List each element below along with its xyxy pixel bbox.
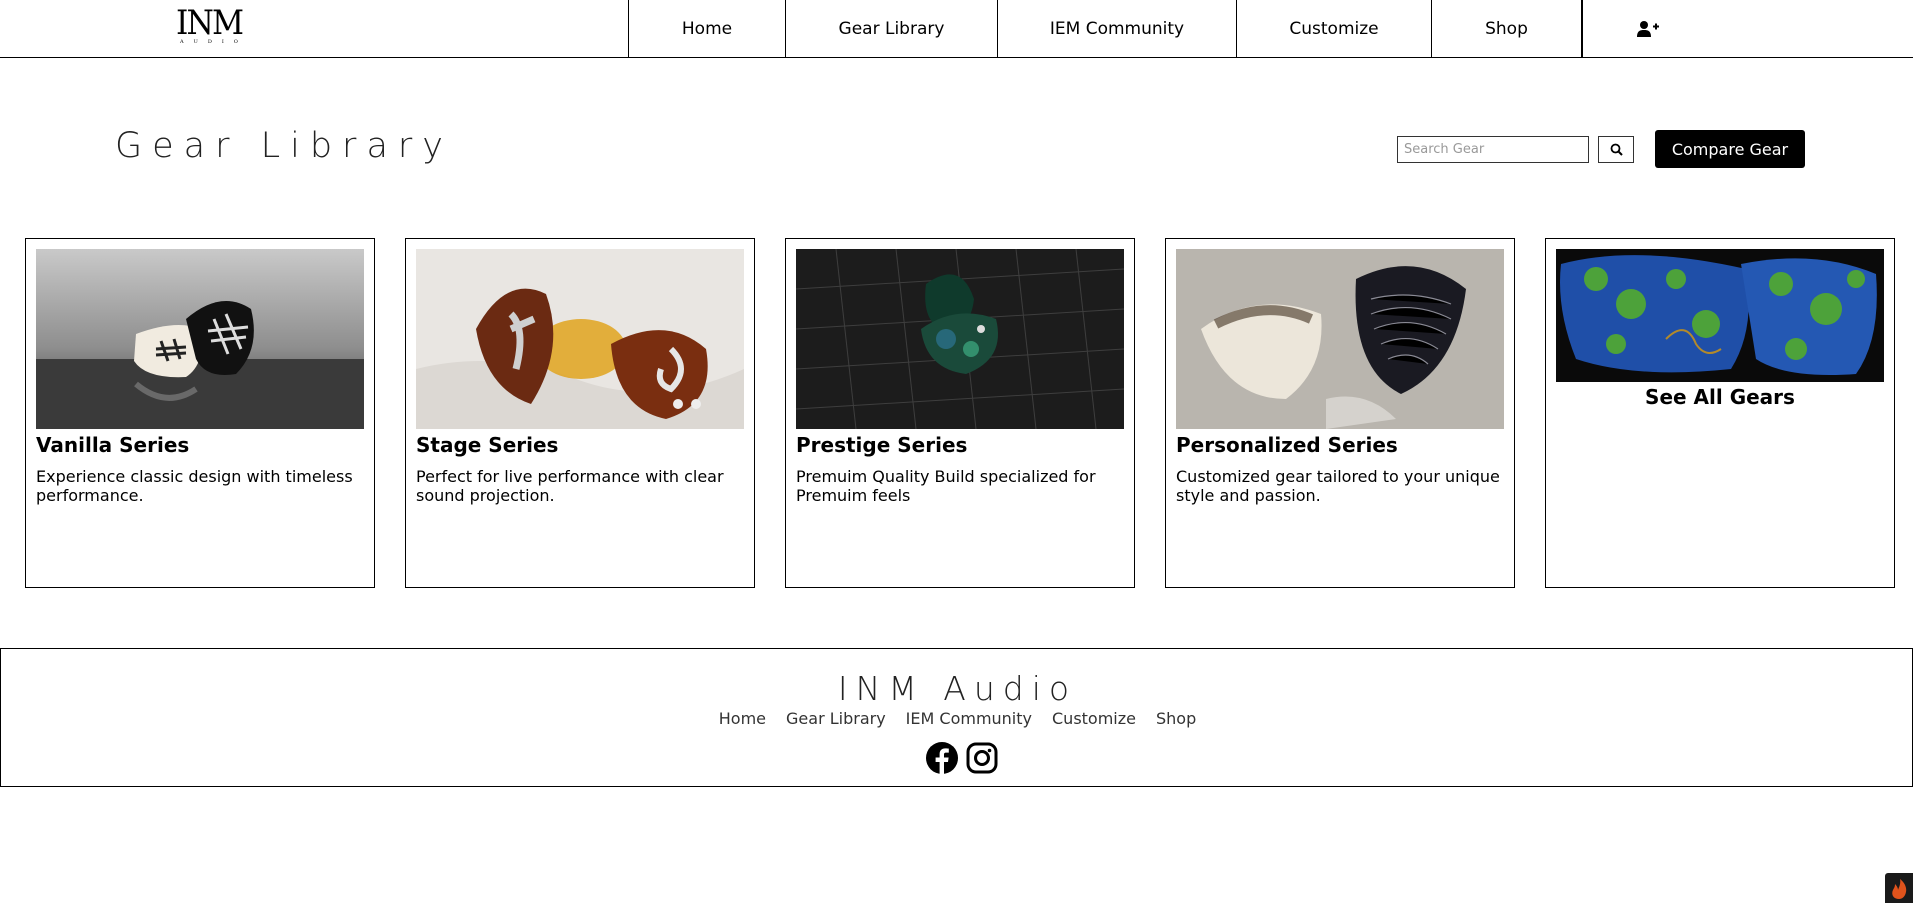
card-personalized-series[interactable]: Personalized Series Customized gear tail… bbox=[1165, 238, 1515, 588]
card-stage-series[interactable]: Stage Series Perfect for live performanc… bbox=[405, 238, 755, 588]
card-description: Perfect for live performance with clear … bbox=[416, 467, 724, 505]
card-title: Personalized Series bbox=[1176, 433, 1398, 457]
vanilla-series-image bbox=[36, 249, 364, 429]
compare-gear-button[interactable]: Compare Gear bbox=[1655, 130, 1805, 168]
card-description: Premuim Quality Build specialized for Pr… bbox=[796, 467, 1096, 505]
logo-mark: INM bbox=[176, 3, 244, 43]
nav-iem-community[interactable]: IEM Community bbox=[997, 0, 1236, 57]
page-title: Gear Library bbox=[115, 126, 453, 166]
top-nav: INM AUDIO Home Gear Library IEM Communit… bbox=[0, 0, 1913, 58]
card-prestige-series[interactable]: Prestige Series Premuim Quality Build sp… bbox=[785, 238, 1135, 588]
footer-link-shop[interactable]: Shop bbox=[1156, 709, 1196, 728]
card-title: Stage Series bbox=[416, 433, 559, 457]
search-button[interactable] bbox=[1598, 136, 1634, 163]
instagram-icon[interactable] bbox=[966, 742, 998, 774]
logo-subtitle: AUDIO bbox=[180, 39, 248, 45]
card-description: Experience classic design with timeless … bbox=[36, 467, 353, 505]
footer-title: INM Audio bbox=[837, 669, 1078, 708]
footer-link-home[interactable]: Home bbox=[719, 709, 766, 728]
personalized-series-image bbox=[1176, 249, 1504, 429]
nav-menu: Home Gear Library IEM Community Customiz… bbox=[628, 0, 1712, 57]
inm-logo[interactable]: INM AUDIO bbox=[176, 6, 250, 46]
nav-customize[interactable]: Customize bbox=[1236, 0, 1431, 57]
user-plus-button[interactable] bbox=[1582, 0, 1712, 57]
nav-home[interactable]: Home bbox=[628, 0, 785, 57]
user-plus-icon bbox=[1636, 20, 1659, 37]
card-description: Customized gear tailored to your unique … bbox=[1176, 467, 1500, 505]
nav-gear-library[interactable]: Gear Library bbox=[785, 0, 997, 57]
see-all-gears-image bbox=[1556, 249, 1884, 382]
search-icon bbox=[1610, 143, 1623, 156]
card-vanilla-series[interactable]: Vanilla Series Experience classic design… bbox=[25, 238, 375, 588]
search-gear-input[interactable] bbox=[1397, 136, 1589, 163]
footer: INM Audio Home Gear Library IEM Communit… bbox=[0, 648, 1913, 787]
card-see-all-gears[interactable]: See All Gears bbox=[1545, 238, 1895, 588]
card-title: Prestige Series bbox=[796, 433, 968, 457]
footer-link-iem-community[interactable]: IEM Community bbox=[906, 709, 1032, 728]
prestige-series-image bbox=[796, 249, 1124, 429]
nav-shop[interactable]: Shop bbox=[1431, 0, 1582, 57]
footer-link-customize[interactable]: Customize bbox=[1052, 709, 1136, 728]
flame-widget-icon[interactable] bbox=[1885, 873, 1913, 903]
stage-series-image bbox=[416, 249, 744, 429]
footer-link-gear-library[interactable]: Gear Library bbox=[786, 709, 886, 728]
card-title: Vanilla Series bbox=[36, 433, 190, 457]
card-title: See All Gears bbox=[1645, 385, 1795, 409]
facebook-icon[interactable] bbox=[926, 742, 958, 774]
footer-links: Home Gear Library IEM Community Customiz… bbox=[1, 709, 1913, 728]
